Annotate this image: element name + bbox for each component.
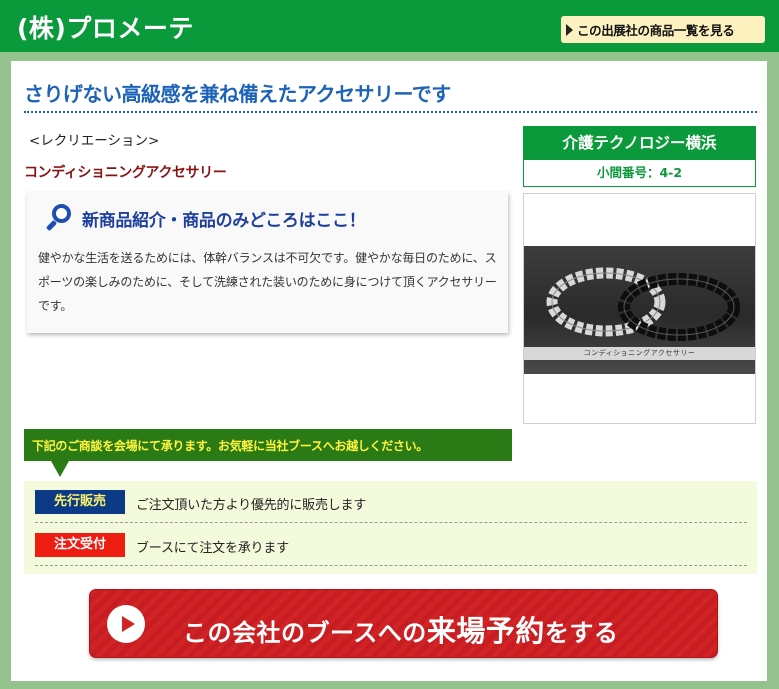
company-name: (株)プロメーテ <box>17 14 194 43</box>
feature-heading: 新商品紹介・商品のみどころはここ！ <box>45 204 366 232</box>
feature-box: 新商品紹介・商品のみどころはここ！ 健やかな生活を送るためには、体幹バランスは不… <box>27 192 508 333</box>
visit-reservation-button[interactable]: この会社のブースへの来場予約をする <box>89 589 718 658</box>
triangle-right-icon <box>566 23 573 36</box>
reservation-label: この会社のブースへの来場予約をする <box>183 608 618 650</box>
sales-row: 注文受付 ブースにて注文を承ります <box>35 524 747 566</box>
reservation-label-suffix: をする <box>544 619 619 647</box>
order-text: ブースにて注文を承ります <box>136 541 289 556</box>
feature-title: 新商品紹介・商品のみどころはここ！ <box>82 210 366 231</box>
page-headline: さりげない高級感を兼ね備えたアクセサリーです <box>24 82 451 106</box>
order-badge: 注文受付 <box>35 533 125 557</box>
magnifier-icon <box>45 204 73 232</box>
product-photo: コンディショニングアクセサリー <box>523 193 756 424</box>
subcategory-label: コンディショニングアクセサリー <box>24 165 227 181</box>
reservation-label-prefix: この会社のブースへの <box>183 619 427 647</box>
venue-name: 介護テクノロジー横浜 <box>524 127 755 160</box>
presale-text: ご注文頂いた方より優先的に販売します <box>136 498 367 513</box>
category-label: <レクリエーション> <box>29 133 160 149</box>
booth-info: 介護テクノロジー横浜 小間番号：4-2 <box>523 126 756 187</box>
sales-row: 先行販売 ご注文頂いた方より優先的に販売します <box>35 481 747 523</box>
notice-text: 下記のご商談を会場にて承ります。お気軽に当社ブースへお越しください。 <box>32 439 429 453</box>
feature-description: 健やかな生活を送るためには、体幹バランスは不可欠です。健やかな毎日のために、スポ… <box>38 251 497 313</box>
product-list-button[interactable]: この出展社の商品一覧を見る <box>561 16 765 43</box>
content-panel: さりげない高級感を兼ね備えたアクセサリーです <レクリエーション> コンディショ… <box>0 52 779 689</box>
reservation-label-emphasis: 来場予約 <box>426 614 545 648</box>
product-list-button-label: この出展社の商品一覧を見る <box>577 23 735 38</box>
presale-badge: 先行販売 <box>35 490 125 514</box>
notice-banner: 下記のご商談を会場にて承ります。お気軽に当社ブースへお越しください。 <box>24 429 512 461</box>
content-card: さりげない高級感を兼ね備えたアクセサリーです <レクリエーション> コンディショ… <box>11 61 767 681</box>
headline-divider <box>24 111 757 113</box>
bracelet-image: コンディショニングアクセサリー <box>524 246 755 374</box>
header-bar: (株)プロメーテ この出展社の商品一覧を見る <box>0 0 779 52</box>
play-icon <box>107 605 145 643</box>
sales-info: 先行販売 ご注文頂いた方より優先的に販売します 注文受付 ブースにて注文を承りま… <box>24 481 757 574</box>
photo-caption: コンディショニングアクセサリー <box>524 347 755 360</box>
notice-pointer <box>51 461 69 477</box>
booth-number: 小間番号：4-2 <box>596 165 683 180</box>
